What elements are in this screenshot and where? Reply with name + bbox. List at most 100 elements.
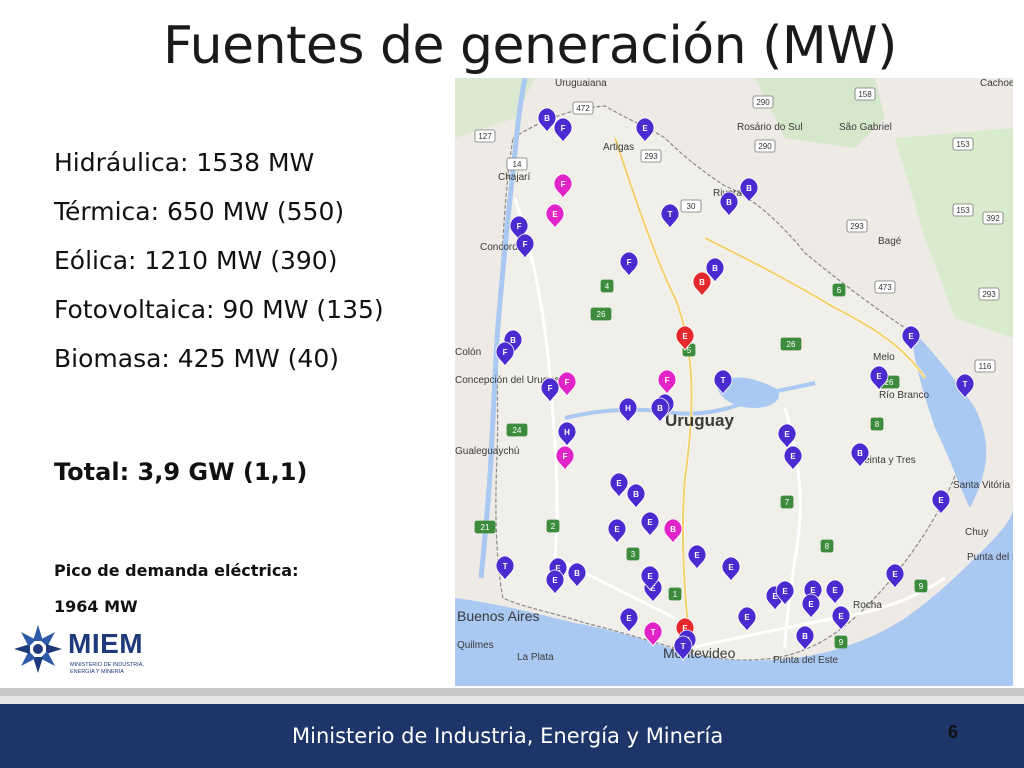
place-label: Quilmes xyxy=(457,640,494,651)
route-shield: 21 xyxy=(474,520,496,534)
svg-text:7: 7 xyxy=(785,498,790,507)
svg-text:E: E xyxy=(808,600,814,609)
svg-text:E: E xyxy=(908,332,914,341)
route-shield: 158 xyxy=(854,87,876,101)
route-shield: 153 xyxy=(952,203,974,217)
route-shield: 290 xyxy=(754,139,776,153)
route-shield: 127 xyxy=(474,129,496,143)
svg-text:1: 1 xyxy=(673,590,678,599)
place-label: Chuy xyxy=(965,527,988,538)
svg-text:T: T xyxy=(721,376,726,385)
peak-demand: Pico de demanda eléctrica: 1964 MW xyxy=(54,553,299,625)
logo-subtitle-line2: ENERGÍA Y MINERÍA xyxy=(70,669,124,675)
svg-text:B: B xyxy=(657,404,663,413)
route-shield: 24 xyxy=(506,423,528,437)
route-shield: 8 xyxy=(820,539,834,553)
footer-bar: Ministerio de Industria, Energía y Miner… xyxy=(0,704,1024,768)
route-shield: 26 xyxy=(590,307,612,321)
generation-map: Uruguaiana Rosário do Sul São Gabriel Artig… xyxy=(455,78,1013,686)
svg-text:14: 14 xyxy=(513,160,522,169)
svg-text:E: E xyxy=(647,572,653,581)
svg-text:153: 153 xyxy=(956,206,970,215)
svg-text:E: E xyxy=(876,372,882,381)
svg-text:H: H xyxy=(564,428,570,437)
svg-text:H: H xyxy=(625,404,631,413)
svg-text:B: B xyxy=(746,184,752,193)
svg-text:30: 30 xyxy=(687,202,696,211)
route-shield: 7 xyxy=(780,495,794,509)
footer-stripe xyxy=(0,688,1024,696)
svg-text:F: F xyxy=(561,124,566,133)
place-label: Punta del Este xyxy=(773,655,838,666)
svg-text:E: E xyxy=(784,430,790,439)
route-shield: 293 xyxy=(846,219,868,233)
route-shield: 9 xyxy=(834,635,848,649)
svg-text:E: E xyxy=(647,518,653,527)
route-shield: 26 xyxy=(780,337,802,351)
source-hidraulica: Hidráulica: 1538 MW xyxy=(54,148,315,177)
miem-star-icon xyxy=(14,625,62,673)
svg-text:26: 26 xyxy=(787,340,796,349)
svg-text:E: E xyxy=(552,576,558,585)
svg-text:E: E xyxy=(782,587,788,596)
place-label: Santa Vitória do Palmar xyxy=(953,480,1013,491)
country-label: Uruguay xyxy=(665,411,735,430)
source-fotovoltaica: Fotovoltaica: 90 MW (135) xyxy=(54,295,384,324)
uruguay-map: Uruguaiana Rosário do Sul São Gabriel Artig… xyxy=(455,78,1013,686)
svg-text:B: B xyxy=(633,490,639,499)
svg-text:158: 158 xyxy=(858,90,872,99)
svg-text:T: T xyxy=(668,210,673,219)
route-shield: 2 xyxy=(546,519,560,533)
route-shield: 4 xyxy=(600,279,614,293)
peak-demand-label: Pico de demanda eléctrica: xyxy=(54,561,299,580)
svg-text:F: F xyxy=(523,240,528,249)
route-shield: 1 xyxy=(668,587,682,601)
svg-text:21: 21 xyxy=(481,523,490,532)
svg-text:116: 116 xyxy=(979,362,992,371)
place-label: Chajarí xyxy=(498,172,530,183)
svg-text:E: E xyxy=(790,452,796,461)
svg-text:290: 290 xyxy=(758,142,772,151)
source-termica: Térmica: 650 MW (550) xyxy=(54,197,345,226)
svg-text:E: E xyxy=(892,570,898,579)
route-shield: 392 xyxy=(982,211,1004,225)
svg-text:E: E xyxy=(694,551,700,560)
svg-text:290: 290 xyxy=(756,98,770,107)
svg-text:E: E xyxy=(642,124,648,133)
svg-text:F: F xyxy=(627,258,632,267)
page-number: 6 xyxy=(948,722,959,742)
svg-text:4: 4 xyxy=(605,282,610,291)
route-shield: 3 xyxy=(626,547,640,561)
logo-subtitle-line1: MINISTERIO DE INDUSTRIA, xyxy=(70,662,144,668)
place-label: Melo xyxy=(873,352,895,363)
svg-text:B: B xyxy=(712,264,718,273)
place-label: Rocha xyxy=(853,600,882,611)
logo-name: MIEM xyxy=(68,628,144,659)
generation-sources-list: Hidráulica: 1538 MW Térmica: 650 MW (550… xyxy=(54,145,384,390)
route-shield: 293 xyxy=(640,149,662,163)
miem-logo: MIEM MINISTERIO DE INDUSTRIA, ENERGÍA Y … xyxy=(12,622,152,684)
svg-text:293: 293 xyxy=(850,222,864,231)
place-label: Buenos Aires xyxy=(457,608,540,624)
slide-title: Fuentes de generación (MW) xyxy=(163,16,897,76)
route-shield: 293 xyxy=(978,287,1000,301)
svg-text:E: E xyxy=(682,332,688,341)
svg-text:B: B xyxy=(699,278,705,287)
svg-text:8: 8 xyxy=(875,420,880,429)
logo-subtitle: MINISTERIO DE INDUSTRIA, ENERGÍA Y MINER… xyxy=(70,662,152,676)
footer-text: Ministerio de Industria, Energía y Miner… xyxy=(292,724,724,748)
place-label: Rosário do Sul xyxy=(737,122,803,133)
place-label: São Gabriel xyxy=(839,122,892,133)
place-label: Cachoeira do Sul xyxy=(980,78,1013,89)
svg-text:B: B xyxy=(510,336,516,345)
svg-text:26: 26 xyxy=(597,310,606,319)
svg-text:24: 24 xyxy=(513,426,522,435)
footer-stripe-light xyxy=(0,696,1024,704)
place-label: Colón xyxy=(455,347,481,358)
svg-text:293: 293 xyxy=(982,290,996,299)
source-eolica: Eólica: 1210 MW (390) xyxy=(54,246,338,275)
svg-text:B: B xyxy=(857,449,863,458)
svg-text:E: E xyxy=(626,614,632,623)
svg-text:F: F xyxy=(517,222,522,231)
svg-text:E: E xyxy=(616,479,622,488)
